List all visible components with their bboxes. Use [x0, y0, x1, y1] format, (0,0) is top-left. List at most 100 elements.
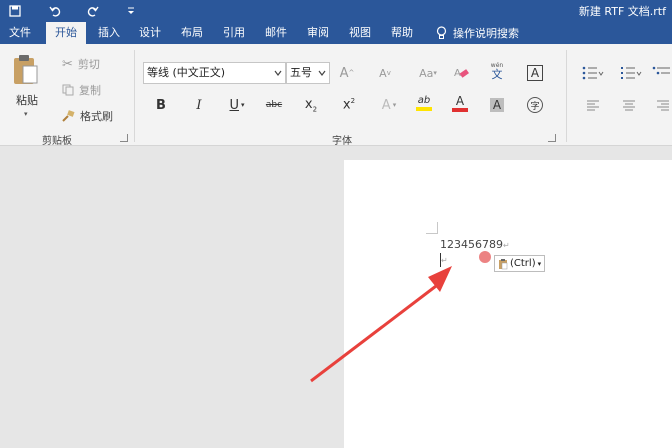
enclose-characters-button[interactable]: 字 — [524, 94, 546, 116]
group-separator — [566, 50, 567, 142]
scissors-icon: ✂ — [62, 56, 73, 72]
character-shading-icon: A — [489, 98, 505, 112]
multilevel-list-button[interactable] — [652, 62, 672, 84]
character-shading-button[interactable]: A — [486, 94, 508, 116]
undo-icon[interactable] — [46, 2, 64, 20]
paragraph-mark-icon: ↵ — [503, 241, 510, 250]
paste-label: 粘贴 — [16, 94, 38, 107]
font-name-value: 等线 (中文正文) — [147, 66, 226, 79]
character-border-icon: A — [526, 65, 544, 81]
lightbulb-icon — [436, 26, 447, 39]
superscript-icon: x2 — [342, 97, 356, 113]
underline-icon: U — [229, 97, 239, 113]
tell-me-search[interactable]: 操作说明搜索 — [436, 22, 519, 44]
superscript-button[interactable]: x2 — [338, 94, 360, 116]
change-case-icon: Aa — [419, 66, 434, 80]
strikethrough-icon: abc — [265, 100, 283, 110]
group-separator — [134, 50, 135, 142]
subscript-button[interactable]: x2 — [300, 94, 322, 116]
document-page[interactable] — [344, 160, 672, 448]
highlighter-icon: ab — [417, 94, 431, 106]
shrink-font-icon: A — [379, 66, 387, 80]
text-effects-button[interactable]: A ▾ — [376, 94, 402, 116]
format-painter-button[interactable]: 格式刷 — [62, 108, 113, 124]
font-size-value: 五号 — [290, 66, 312, 79]
font-color-icon: A — [455, 93, 465, 108]
font-name-combo[interactable]: 等线 (中文正文) — [143, 62, 286, 84]
align-left-button[interactable] — [582, 94, 604, 116]
document-title: 新建 RTF 文档.rtf — [578, 5, 666, 18]
document-line: 123456789↵ — [440, 238, 510, 251]
copy-icon — [62, 84, 74, 96]
format-painter-label: 格式刷 — [80, 110, 113, 123]
redo-icon[interactable] — [84, 2, 102, 20]
phonetic-guide-button[interactable]: wén 文 — [486, 60, 508, 82]
paste-dropdown-icon: ▾ — [24, 110, 28, 118]
tab-help[interactable]: 帮助 — [384, 22, 420, 44]
character-border-button[interactable]: A — [524, 62, 546, 84]
save-icon[interactable] — [6, 2, 24, 20]
clipboard-launcher-icon[interactable] — [120, 134, 128, 142]
paste-options-button[interactable]: (Ctrl) ▾ — [494, 255, 546, 272]
font-color-button[interactable]: A — [446, 92, 474, 114]
numbering-button[interactable] — [616, 62, 646, 84]
click-indicator — [479, 251, 491, 263]
tab-view[interactable]: 视图 — [342, 22, 378, 44]
copy-button[interactable]: 复制 — [62, 82, 101, 98]
ribbon: 粘贴 ▾ ✂ 剪切 复制 格式刷 剪贴板 等线 (中文正文) 五号 A ^ Av … — [0, 44, 672, 147]
numbering-icon — [621, 67, 642, 79]
copy-label: 复制 — [79, 84, 101, 97]
italic-icon: I — [196, 97, 202, 113]
ribbon-tabs: 文件 开始 插入 设计 布局 引用 邮件 审阅 视图 帮助 操作说明搜索 — [0, 22, 672, 44]
bullets-button[interactable] — [578, 62, 608, 84]
paragraph-mark-icon: ↵ — [441, 256, 448, 265]
tab-review[interactable]: 审阅 — [300, 22, 336, 44]
clear-formatting-button[interactable]: A — [450, 62, 472, 84]
text-effects-icon: A — [381, 97, 391, 113]
tab-home[interactable]: 开始 — [46, 22, 86, 44]
bold-icon: B — [156, 97, 166, 113]
align-center-icon — [623, 100, 635, 111]
align-center-button[interactable] — [618, 94, 640, 116]
chevron-down-icon — [318, 70, 326, 76]
multilevel-list-icon — [652, 66, 670, 75]
cut-button[interactable]: ✂ 剪切 — [62, 56, 100, 72]
strikethrough-button[interactable]: abc — [262, 94, 286, 116]
shrink-font-button[interactable]: Av — [374, 62, 396, 84]
tab-references[interactable]: 引用 — [216, 22, 252, 44]
clipboard-icon — [499, 258, 508, 269]
chevron-down-icon — [274, 70, 282, 76]
underline-button[interactable]: U ▾ — [224, 94, 250, 116]
chevron-down-icon: ▾ — [537, 259, 542, 268]
highlight-button[interactable]: ab — [410, 92, 438, 114]
font-size-combo[interactable]: 五号 — [286, 62, 330, 84]
customize-qat-icon[interactable] — [122, 2, 140, 20]
tell-me-label: 操作说明搜索 — [453, 27, 519, 40]
grow-font-icon: A — [339, 65, 349, 81]
tab-design[interactable]: 设计 — [132, 22, 168, 44]
paste-options-label: (Ctrl) — [510, 258, 536, 269]
tab-insert[interactable]: 插入 — [90, 22, 128, 44]
grow-font-button[interactable]: A ^ — [336, 62, 358, 84]
italic-button[interactable]: I — [188, 94, 210, 116]
subscript-icon: x2 — [304, 96, 318, 114]
eraser-icon: A — [454, 68, 469, 79]
highlight-color-bar — [416, 106, 432, 111]
tab-layout[interactable]: 布局 — [174, 22, 210, 44]
title-bar: 新建 RTF 文档.rtf — [0, 0, 672, 22]
cut-label: 剪切 — [77, 58, 100, 71]
enclose-characters-icon: 字 — [527, 97, 543, 113]
align-right-button[interactable] — [654, 94, 672, 116]
paste-button[interactable]: 粘贴 ▾ — [8, 54, 44, 124]
change-case-button[interactable]: Aa ▾ — [414, 62, 442, 84]
paste-icon — [14, 55, 38, 84]
margin-corner-mark — [426, 222, 438, 234]
font-launcher-icon[interactable] — [548, 134, 556, 142]
bold-button[interactable]: B — [150, 94, 172, 116]
tab-file[interactable]: 文件 — [2, 22, 38, 44]
brush-icon — [62, 110, 75, 122]
tab-mailings[interactable]: 邮件 — [258, 22, 294, 44]
bullets-icon — [582, 66, 604, 80]
align-right-icon — [657, 100, 669, 111]
align-left-icon — [587, 100, 599, 111]
